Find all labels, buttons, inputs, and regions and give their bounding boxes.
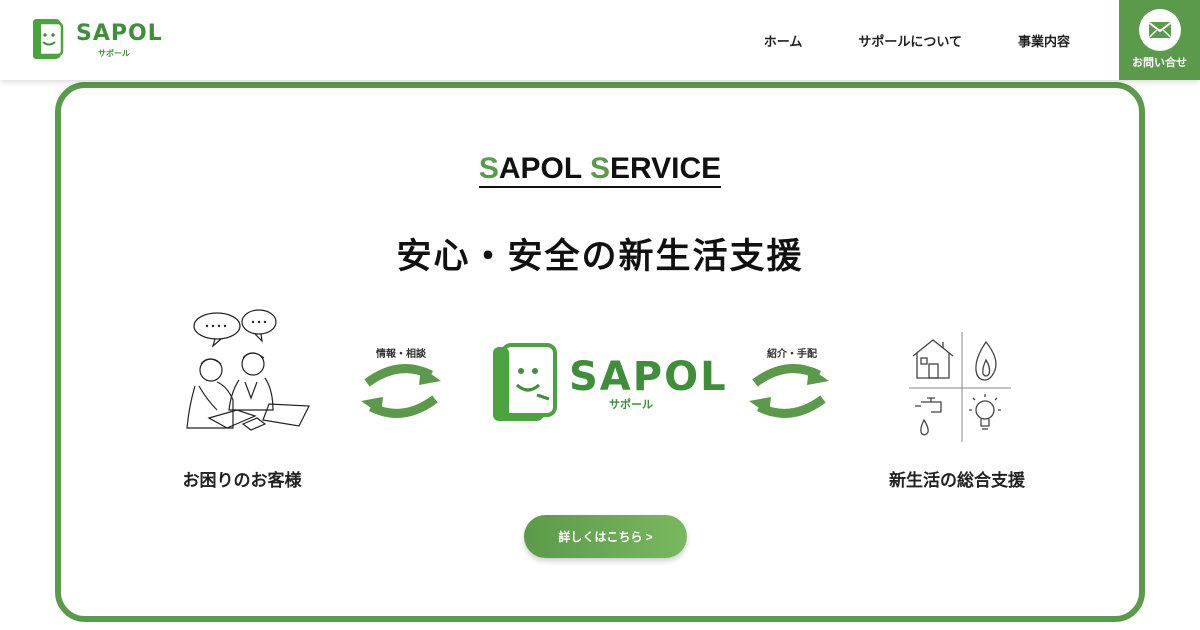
contact-button[interactable]: お問い合せ	[1119, 0, 1200, 80]
customer-label: お困りのお客様	[182, 471, 302, 491]
flame-icon	[975, 340, 997, 381]
lightbulb-icon	[969, 394, 1001, 430]
house-icon	[912, 339, 954, 379]
logo-text: SAPOL	[76, 21, 163, 46]
contact-label: お問い合せ	[1132, 56, 1187, 69]
center-logo-mark-icon	[493, 343, 557, 421]
logo-mark-icon	[33, 19, 64, 59]
total-support-label: 新生活の総合支援	[889, 471, 1025, 491]
title-letter-s1: S	[478, 152, 499, 185]
details-button[interactable]: 詳しくはこちら >	[524, 515, 687, 558]
referral-arrange-label: 紹介・手配	[767, 349, 817, 360]
site-header: SAPOL サポール ホーム サポールについて 事業内容 お問い合せ	[0, 0, 1200, 80]
center-logo-subtext: サポール	[609, 398, 653, 411]
nav-item-about[interactable]: サポールについて	[858, 31, 962, 50]
title-part1: APOL	[498, 152, 590, 185]
site-logo[interactable]: SAPOL サポール	[30, 16, 163, 64]
service-card: SAPOL SERVICE 安心・安全の新生活支援 お困りのお客様 情報・相談 …	[55, 82, 1145, 622]
people-consulting-illustration	[186, 309, 310, 431]
title-letter-s2: S	[589, 152, 610, 185]
faucet-icon	[915, 397, 942, 436]
service-headline: 安心・安全の新生活支援	[396, 237, 804, 277]
main-nav: ホーム サポールについて 事業内容	[708, 0, 1070, 80]
cycle-arrows-icon	[361, 364, 441, 418]
nav-item-business[interactable]: 事業内容	[1018, 31, 1070, 50]
info-consult-label: 情報・相談	[376, 349, 426, 360]
title-part2: ERVICE	[610, 152, 722, 185]
nav-item-home[interactable]: ホーム	[764, 31, 803, 50]
utilities-icon-grid	[909, 332, 1011, 442]
center-logo-text: SAPOL	[569, 354, 728, 400]
service-title: SAPOL SERVICE	[61, 152, 1139, 188]
mail-icon	[1138, 9, 1181, 51]
logo-subtext: サポール	[98, 49, 130, 58]
cycle-arrows-icon	[749, 364, 829, 418]
